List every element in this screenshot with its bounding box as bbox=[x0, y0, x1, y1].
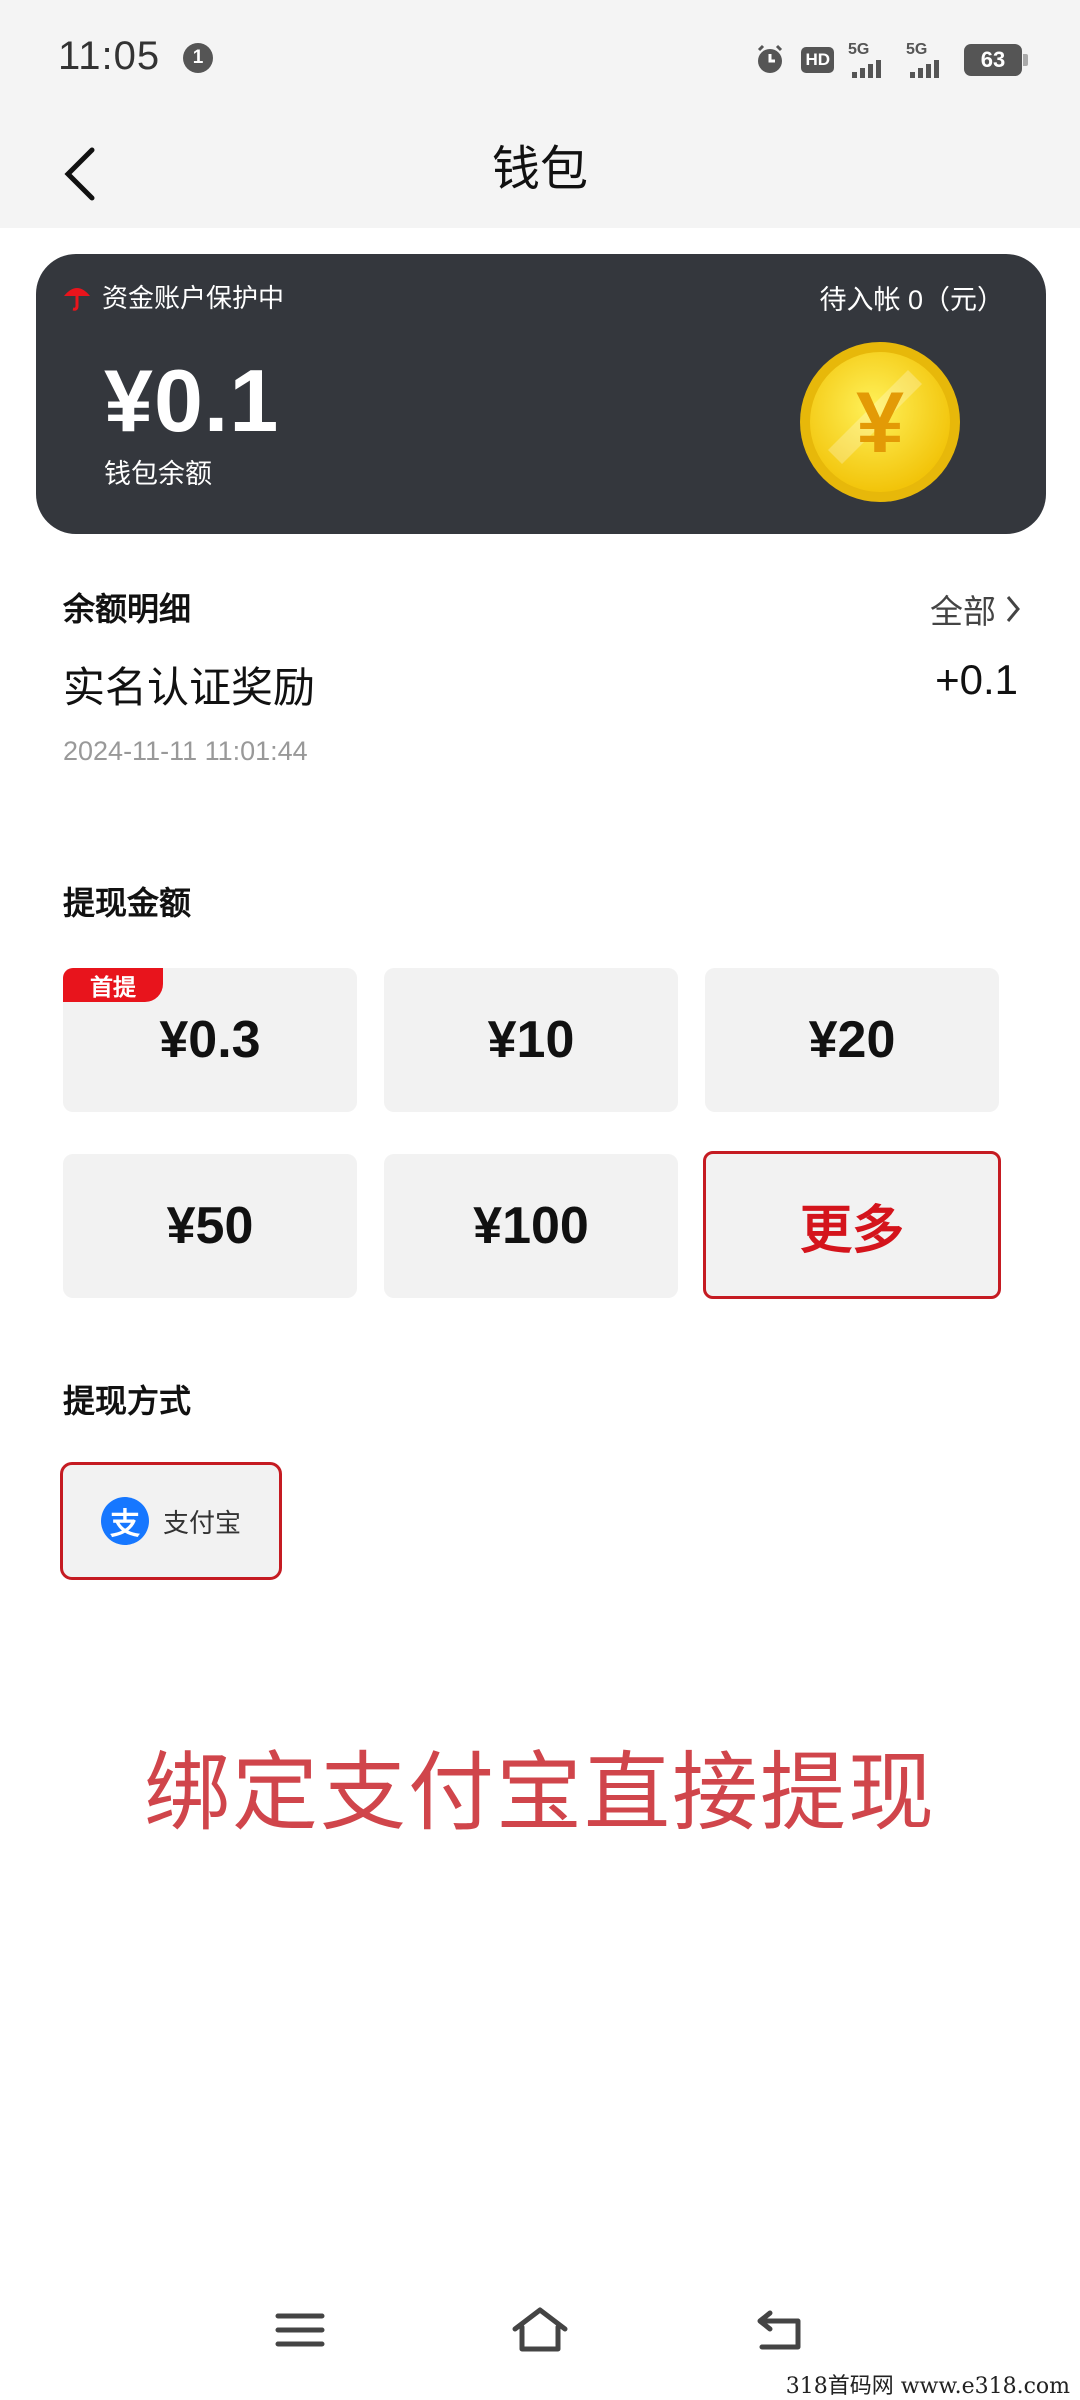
status-icons: HD 5G 5G 63 bbox=[753, 40, 1028, 80]
back-arrow-icon bbox=[757, 2310, 801, 2350]
alipay-method-button[interactable]: 支 支付宝 bbox=[60, 1462, 282, 1580]
wallet-card: 资金账户保护中 待入帐 0（元） ¥0.1 钱包余额 ¥ bbox=[36, 254, 1046, 534]
balance-label: 钱包余额 bbox=[104, 459, 212, 489]
detail-item-name: 实名认证奖励 bbox=[63, 664, 316, 711]
amount-option-10[interactable]: ¥10 bbox=[384, 968, 678, 1112]
notification-badge: 1 bbox=[183, 43, 213, 73]
hd-icon: HD bbox=[801, 47, 834, 73]
umbrella-icon bbox=[64, 287, 90, 311]
amount-label: ¥0.3 bbox=[159, 1011, 261, 1069]
home-icon bbox=[512, 2307, 568, 2352]
home-nav-button[interactable] bbox=[500, 2290, 580, 2370]
detail-item-time: 2024-11-11 11:01:44 bbox=[63, 736, 308, 766]
coin-symbol: ¥ bbox=[856, 375, 904, 471]
amount-label: ¥100 bbox=[473, 1197, 589, 1255]
amount-option-0.3[interactable]: 首提 ¥0.3 bbox=[63, 968, 357, 1112]
view-all-link[interactable]: 全部 bbox=[930, 585, 1022, 633]
menu-nav-button[interactable] bbox=[260, 2290, 340, 2370]
system-nav-bar bbox=[0, 2290, 1080, 2380]
promo-text: 绑定支付宝直接提现 bbox=[144, 1745, 936, 1841]
amount-label: ¥10 bbox=[487, 1011, 575, 1069]
app-header: 钱包 bbox=[0, 120, 1080, 228]
signal-5g-icon-2: 5G bbox=[906, 42, 950, 78]
signal-5g-icon: 5G bbox=[848, 42, 892, 78]
status-bar: 11:05 1 HD 5G 5G 63 bbox=[0, 0, 1080, 120]
pending-amount: 待入帐 0（元） bbox=[819, 285, 1004, 315]
amount-option-100[interactable]: ¥100 bbox=[384, 1154, 678, 1298]
withdraw-method-title: 提现方式 bbox=[63, 1383, 192, 1419]
detail-item-value: +0.1 bbox=[935, 656, 1018, 703]
first-withdraw-badge: 首提 bbox=[63, 968, 163, 1002]
alarm-icon bbox=[753, 43, 787, 77]
alipay-label: 支付宝 bbox=[162, 1507, 241, 1538]
alipay-icon: 支 bbox=[100, 1497, 149, 1545]
chevron-right-icon bbox=[1006, 596, 1020, 622]
menu-icon bbox=[275, 2313, 325, 2347]
more-amount-button[interactable]: 更多 bbox=[703, 1151, 1001, 1299]
view-all-label: 全部 bbox=[930, 593, 996, 630]
amount-label: ¥50 bbox=[166, 1197, 254, 1255]
page-title: 钱包 bbox=[491, 143, 588, 196]
back-nav-button[interactable] bbox=[740, 2290, 820, 2370]
balance-detail-title: 余额明细 bbox=[63, 591, 192, 627]
amount-option-20[interactable]: ¥20 bbox=[705, 968, 999, 1112]
amount-label: ¥20 bbox=[808, 1011, 896, 1069]
watermark: 318首码网 www.e318.com bbox=[785, 2374, 1070, 2399]
battery-icon: 63 bbox=[964, 44, 1028, 76]
amount-option-50[interactable]: ¥50 bbox=[63, 1154, 357, 1298]
status-time: 11:05 bbox=[58, 34, 161, 78]
protect-status: 资金账户保护中 bbox=[62, 278, 284, 315]
protect-text: 资金账户保护中 bbox=[102, 283, 285, 313]
coin-icon: ¥ bbox=[800, 342, 960, 502]
balance-amount: ¥0.1 bbox=[104, 351, 280, 450]
withdraw-amount-title: 提现金额 bbox=[63, 885, 192, 921]
more-label: 更多 bbox=[799, 1201, 904, 1260]
